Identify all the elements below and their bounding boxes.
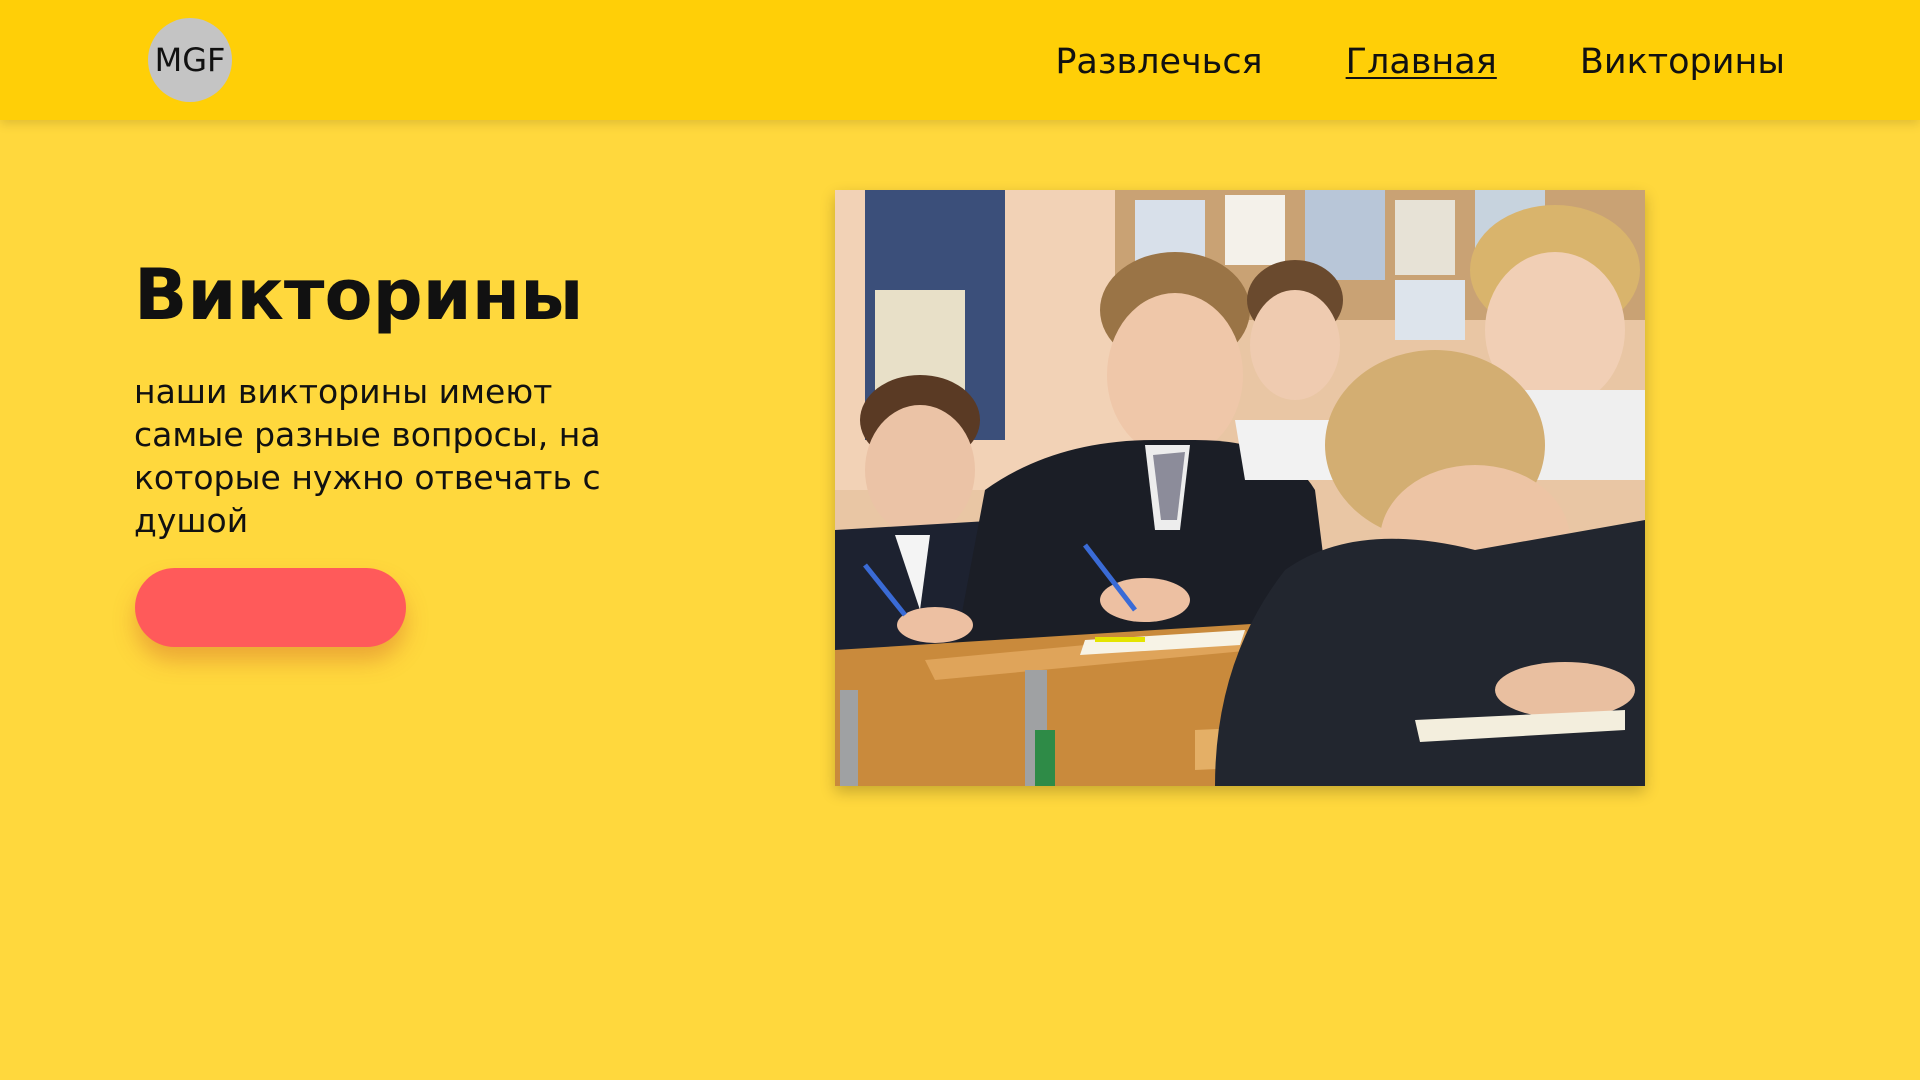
nav-link-entertain[interactable]: Развлечься	[1055, 40, 1262, 84]
main-nav: Развлечься Главная Викторины	[972, 40, 1785, 84]
site-header: MGF Развлечься Главная Викторины	[0, 0, 1920, 120]
nav-link-quizzes[interactable]: Викторины	[1580, 40, 1785, 84]
cta-button[interactable]	[135, 568, 406, 647]
hero-description: наши викторины имеют самые разные вопрос…	[134, 372, 601, 540]
classroom-photo	[835, 190, 1645, 786]
nav-link-home[interactable]: Главная	[1346, 40, 1497, 84]
logo-text: MGF	[154, 41, 226, 79]
logo[interactable]: MGF	[148, 18, 232, 102]
page-title: Викторины	[134, 254, 584, 336]
